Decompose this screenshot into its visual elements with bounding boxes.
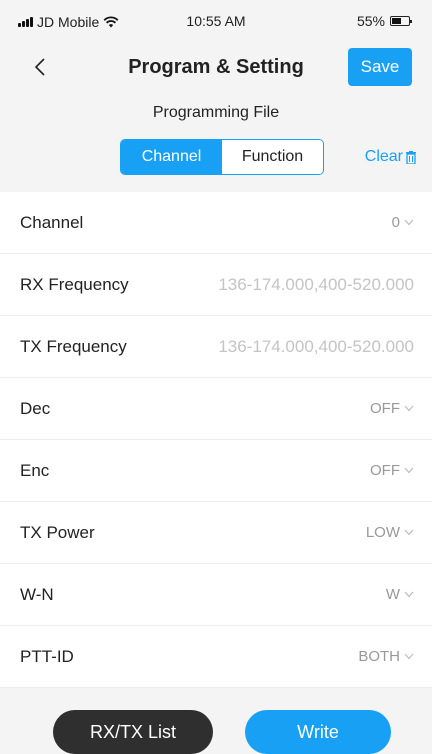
row-value: OFF	[370, 462, 414, 479]
enc-value: OFF	[370, 462, 400, 479]
tx-power-value: LOW	[365, 524, 400, 541]
row-value: 0	[392, 214, 414, 231]
row-label: Dec	[20, 398, 51, 418]
ptt-id-value: BOTH	[358, 648, 400, 665]
chevron-down-icon	[404, 467, 414, 474]
tx-frequency-input[interactable]: 136-174.000,400-520.000	[218, 337, 414, 357]
tab-segment: Channel Function	[120, 139, 324, 175]
row-channel[interactable]: Channel 0	[0, 192, 432, 254]
row-value: W	[386, 586, 414, 603]
row-value: LOW	[366, 524, 414, 541]
trash-icon	[406, 150, 416, 164]
chevron-down-icon	[404, 653, 414, 660]
tab-function[interactable]: Function	[222, 140, 323, 174]
chevron-down-icon	[404, 529, 414, 536]
tab-channel[interactable]: Channel	[121, 140, 222, 174]
row-value: BOTH	[358, 648, 414, 665]
row-label: TX Frequency	[20, 336, 127, 356]
status-bar: JD Mobile 10:55 AM 55%	[0, 0, 432, 40]
clear-label: Clear	[364, 148, 403, 165]
chevron-down-icon	[404, 591, 414, 598]
row-label: RX Frequency	[20, 274, 129, 294]
battery-icon	[390, 16, 412, 26]
row-label: W-N	[20, 584, 54, 604]
row-label: PTT-ID	[20, 646, 74, 666]
row-label: Enc	[20, 460, 50, 480]
dec-value: OFF	[370, 400, 400, 417]
save-button[interactable]: Save	[348, 48, 412, 86]
row-rx-frequency[interactable]: RX Frequency 136-174.000,400-520.000	[0, 254, 432, 316]
app-screen: JD Mobile 10:55 AM 55% Program & Setting…	[0, 0, 432, 754]
row-w-n[interactable]: W-N W	[0, 564, 432, 626]
battery-percent: 55%	[356, 13, 385, 29]
row-label: Channel	[20, 212, 84, 232]
row-tx-frequency[interactable]: TX Frequency 136-174.000,400-520.000	[0, 316, 432, 378]
rx-frequency-input[interactable]: 136-174.000,400-520.000	[218, 275, 414, 295]
w-n-value: W	[385, 586, 400, 603]
write-button[interactable]: Write	[245, 710, 391, 754]
nav-header: Program & Setting Save	[0, 44, 432, 94]
row-value: OFF	[370, 400, 414, 417]
settings-list: Channel 0 RX Frequency 136-174.000,400-5…	[0, 192, 432, 688]
row-enc[interactable]: Enc OFF	[0, 440, 432, 502]
row-tx-power[interactable]: TX Power LOW	[0, 502, 432, 564]
row-dec[interactable]: Dec OFF	[0, 378, 432, 440]
status-right: 55%	[356, 13, 412, 29]
channel-value: 0	[391, 214, 400, 231]
row-ptt-id[interactable]: PTT-ID BOTH	[0, 626, 432, 688]
chevron-down-icon	[404, 219, 414, 226]
chevron-down-icon	[404, 405, 414, 412]
row-label: TX Power	[20, 522, 95, 542]
clear-button[interactable]: Clear	[365, 148, 416, 166]
battery-fill	[392, 18, 401, 24]
section-subtitle: Programming File	[152, 104, 280, 121]
rx-tx-list-button[interactable]: RX/TX List	[53, 710, 213, 754]
